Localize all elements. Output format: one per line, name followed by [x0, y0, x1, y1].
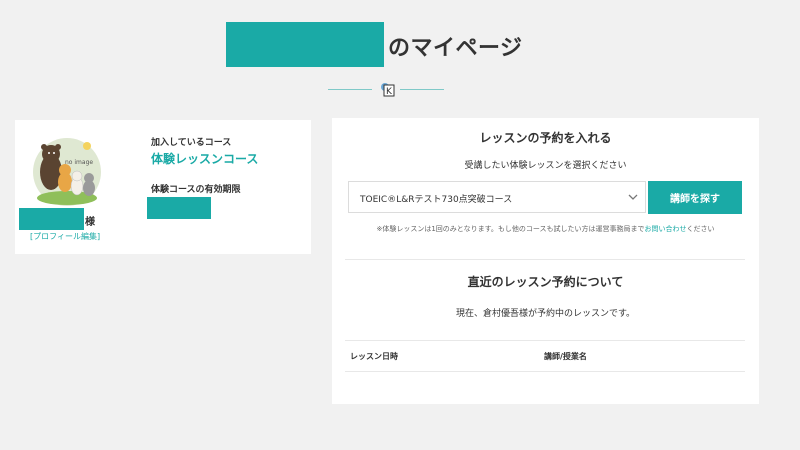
expiry-label: 体験コースの有効期限 [151, 185, 241, 195]
section-divider [345, 259, 745, 260]
trial-note-end: ください [686, 225, 715, 233]
course-label: 加入しているコース [151, 138, 232, 148]
chevron-down-icon [628, 194, 638, 200]
trial-note-text: ※体験レッスンは1回のみとなります。もし他のコースも試したい方は運営事務局まで [376, 225, 645, 233]
profile-card: no image 加入しているコース 体験レッスンコース 体験コースの有効期限 … [15, 120, 311, 254]
profile-edit-link[interactable]: [プロフィール編集] [30, 231, 100, 242]
divider-line-right [400, 89, 444, 90]
table-header-border [345, 371, 745, 372]
table-top-border [345, 340, 745, 341]
divider-line-left [328, 89, 372, 90]
avatar-label: no image [65, 159, 93, 166]
page-title: のマイページ [388, 36, 523, 61]
find-teacher-button[interactable]: 講師を探す [648, 181, 742, 214]
column-header-teacher-lesson: 講師/授業名 [544, 352, 587, 361]
contact-link[interactable]: お問い合わせ [645, 225, 687, 233]
reservation-title: レッスンの予約を入れる [479, 131, 612, 145]
course-select[interactable]: TOEIC®L&Rテスト730点突破コース [348, 181, 646, 213]
column-header-lesson-datetime: レッスン日時 [350, 352, 398, 361]
reservation-subtitle: 受講したい体験レッスンを選択ください [464, 161, 627, 171]
course-value: 体験レッスンコース [151, 152, 259, 166]
trial-note: ※体験レッスンは1回のみとなります。もし他のコースも試したい方は運営事務局までお… [332, 224, 759, 234]
recent-reservations-subtitle: 現在、倉村優吾様が予約中のレッスンです。 [455, 309, 636, 319]
redacted-expiry-date [147, 197, 211, 219]
name-suffix: 様 [85, 217, 95, 228]
page-title-area: のマイページ [0, 22, 800, 68]
course-select-value: TOEIC®L&Rテスト730点突破コース [360, 195, 513, 205]
logo-icon: K [381, 83, 395, 97]
redacted-username [226, 22, 384, 67]
reservation-card: レッスンの予約を入れる 受講したい体験レッスンを選択ください TOEIC®L&R… [332, 118, 759, 404]
title-divider: K [0, 80, 800, 100]
redacted-user-name [19, 208, 84, 230]
avatar: no image [33, 138, 101, 206]
recent-reservations-title: 直近のレッスン予約について [467, 275, 624, 289]
